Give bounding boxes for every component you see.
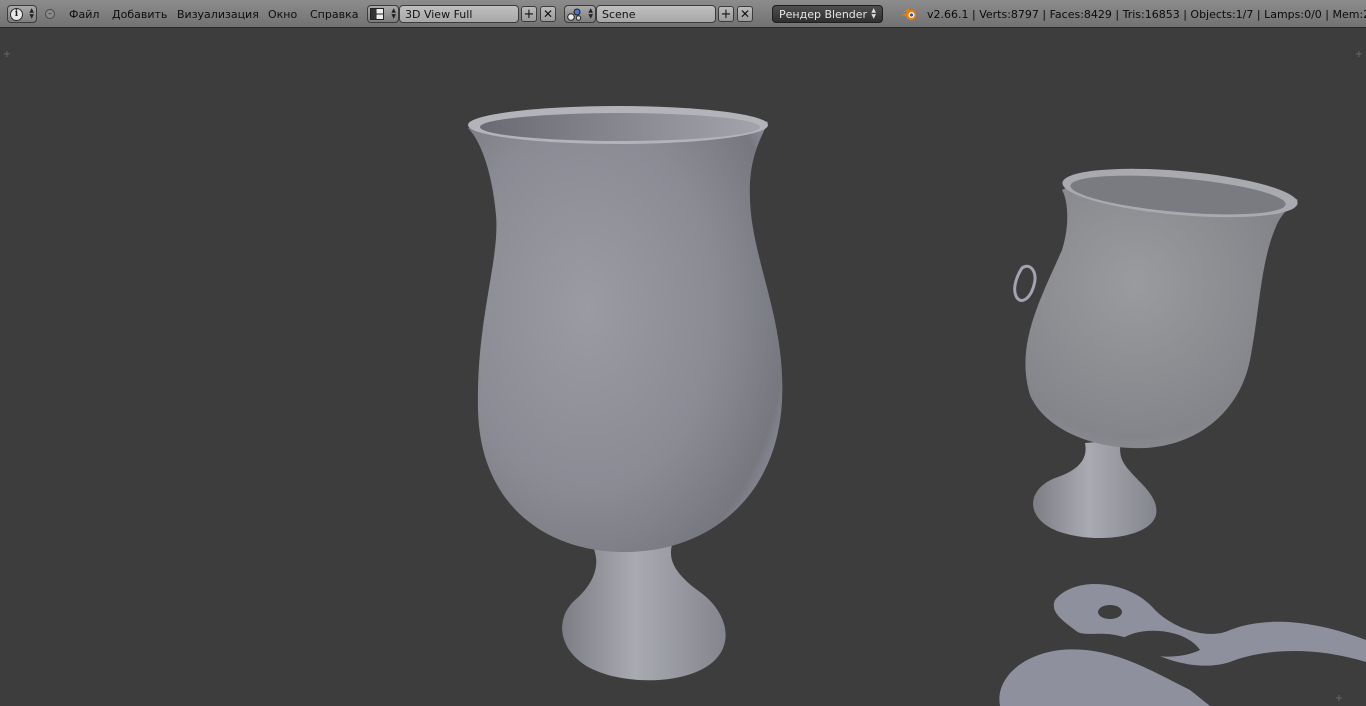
- 3d-scene[interactable]: [0, 28, 1366, 706]
- updown-arrows-icon: ▲ ▼: [391, 7, 396, 20]
- floor-ornament-shadow: [999, 583, 1366, 706]
- scene-statistics: v2.66.1 | Verts:8797 | Faces:8429 | Tris…: [927, 7, 1366, 21]
- area-split-handle-top-right[interactable]: +: [1354, 50, 1364, 60]
- menu-help[interactable]: Справка: [310, 4, 358, 24]
- menu-add[interactable]: Добавить: [112, 4, 167, 24]
- render-engine-label: Рендер Blender: [779, 7, 868, 21]
- screen-layout-name-field[interactable]: 3D View Full: [399, 5, 519, 23]
- updown-arrows-icon: ▲ ▼: [588, 7, 593, 20]
- delete-scene-button[interactable]: ✕: [737, 6, 753, 22]
- area-split-handle-top-left[interactable]: +: [2, 50, 12, 60]
- close-icon: ✕: [542, 6, 554, 21]
- updown-arrows-icon: ▲ ▼: [29, 7, 34, 20]
- layout-grid-icon: [370, 8, 384, 20]
- blender-logo-icon: [901, 8, 917, 21]
- updown-arrows-icon: ▲ ▼: [871, 7, 876, 20]
- goblet-small[interactable]: [1013, 161, 1300, 539]
- menu-file[interactable]: Файл: [69, 4, 99, 24]
- close-icon: ✕: [739, 6, 751, 21]
- plus-icon: +: [523, 6, 535, 22]
- info-header: i ▲ ▼ – Файл Добавить Визуализация Окно С…: [0, 0, 1366, 28]
- goblet-large-bowl: [468, 107, 783, 553]
- 3d-viewport[interactable]: + + +: [0, 28, 1366, 706]
- scene-name-field[interactable]: Scene: [596, 5, 716, 23]
- goblet-large-stem: [562, 545, 726, 681]
- delete-screen-button[interactable]: ✕: [540, 6, 556, 22]
- info-icon: i: [10, 7, 23, 21]
- add-screen-button[interactable]: +: [521, 6, 537, 22]
- render-engine-select[interactable]: Рендер Blender ▲ ▼: [772, 5, 883, 23]
- area-split-handle-bottom-right[interactable]: +: [1334, 694, 1344, 704]
- screen-layout-browse-button[interactable]: ▲ ▼: [367, 5, 399, 23]
- editor-type-selector[interactable]: i ▲ ▼: [7, 5, 37, 23]
- goblet-large[interactable]: [468, 106, 783, 681]
- collapse-menus-icon[interactable]: –: [45, 9, 55, 19]
- add-scene-button[interactable]: +: [718, 6, 734, 22]
- scene-icon: [567, 8, 582, 21]
- goblet-small-handle: [1013, 264, 1037, 302]
- menu-render[interactable]: Визуализация: [177, 4, 259, 24]
- goblet-large-inner: [480, 113, 760, 141]
- scene-browse-button[interactable]: ▲ ▼: [564, 5, 596, 23]
- menu-window[interactable]: Окно: [268, 4, 297, 24]
- plus-icon: +: [720, 6, 732, 22]
- goblet-small-stem: [1033, 440, 1157, 539]
